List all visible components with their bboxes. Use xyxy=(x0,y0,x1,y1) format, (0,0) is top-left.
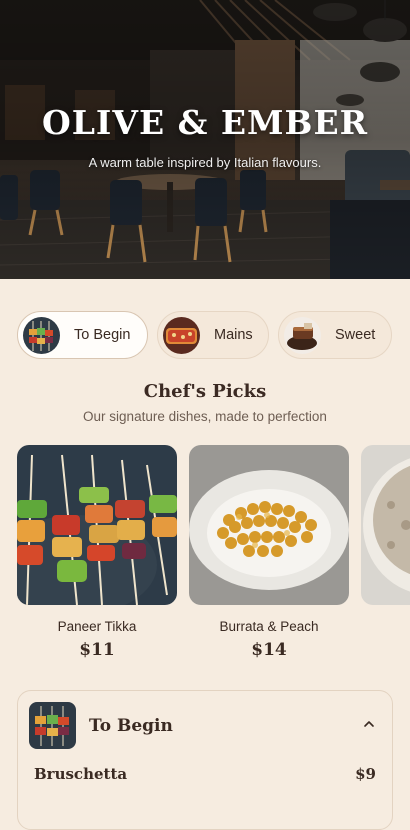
menu-item-name: Bruschetta xyxy=(34,765,128,783)
dish-name: Burrata & Peach xyxy=(219,619,319,634)
menu-section-to-begin: To Begin Bruschetta $9 xyxy=(17,690,393,830)
dessert-icon xyxy=(284,316,321,354)
dish-card-partial[interactable]: Tr xyxy=(361,445,410,640)
category-tabs: To Begin Mains Sweet xyxy=(17,311,410,361)
dish-card-burrata-peach[interactable]: Burrata & Peach $14 xyxy=(189,445,349,660)
category-tab-to-begin[interactable]: To Begin xyxy=(17,311,148,359)
burrata-peach-image xyxy=(189,445,349,605)
skewers-icon xyxy=(23,316,60,354)
restaurant-tagline: A warm table inspired by Italian flavour… xyxy=(88,155,322,170)
paneer-tikka-image xyxy=(17,445,177,605)
category-label: Sweet xyxy=(335,327,376,343)
dish-name: Tr xyxy=(361,619,410,634)
hero-banner: OLIVE & EMBER A warm table inspired by I… xyxy=(0,0,410,279)
category-tab-mains[interactable]: Mains xyxy=(157,311,269,359)
pizza-icon xyxy=(163,316,200,354)
category-label: To Begin xyxy=(74,327,131,343)
chefs-picks-subtitle: Our signature dishes, made to perfection xyxy=(83,409,327,424)
skewers-icon xyxy=(29,702,76,749)
menu-item-price: $9 xyxy=(355,765,376,783)
category-label: Mains xyxy=(214,327,253,343)
chefs-picks-title: Chef's Picks xyxy=(143,381,267,402)
category-tab-sweet[interactable]: Sweet xyxy=(278,311,392,359)
dish-price: $14 xyxy=(251,640,287,660)
restaurant-name: OLIVE & EMBER xyxy=(41,103,369,142)
risotto-image xyxy=(361,445,410,605)
chefs-picks-carousel[interactable]: Paneer Tikka $11 Burrata & Peach $14 xyxy=(17,445,410,667)
chevron-up-icon[interactable] xyxy=(362,717,376,731)
dish-price: $11 xyxy=(79,640,115,660)
menu-section-title: To Begin xyxy=(89,716,173,736)
dish-card-paneer-tikka[interactable]: Paneer Tikka $11 xyxy=(17,445,177,660)
dish-name: Paneer Tikka xyxy=(57,619,137,634)
